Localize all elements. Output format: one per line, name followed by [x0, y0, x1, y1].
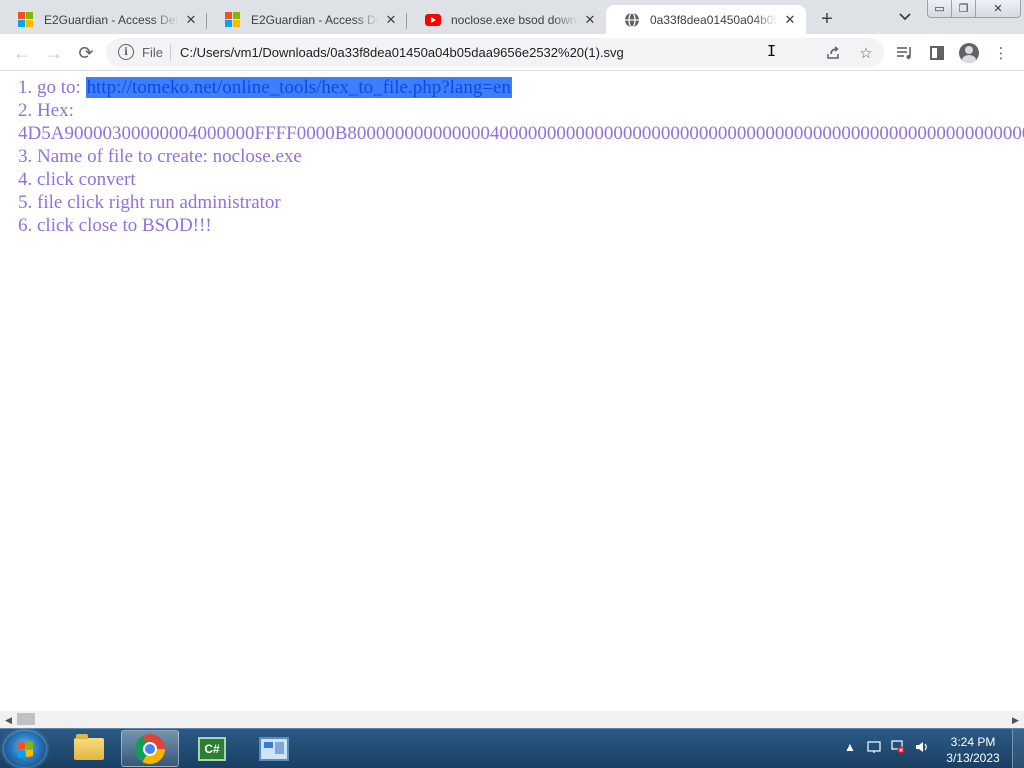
tab-title: noclose.exe bsod download [451, 12, 578, 27]
side-panel-icon[interactable] [927, 43, 947, 63]
url-text[interactable]: C:/Users/vm1/Downloads/0a33f8dea01450a04… [180, 45, 624, 60]
profile-avatar-icon[interactable] [959, 43, 979, 63]
network-error-icon[interactable] [890, 739, 906, 755]
step-4: 4. click convert [18, 169, 136, 190]
forward-button[interactable]: → [40, 39, 68, 67]
minimize-button[interactable]: ▭ [928, 0, 952, 17]
taskbar-chrome[interactable] [121, 730, 179, 767]
globe-icon [624, 11, 640, 28]
close-tab-icon[interactable]: ✕ [383, 12, 399, 28]
tab-e2guardian-1[interactable]: E2Guardian - Access Denied ✕ [0, 5, 207, 34]
scheme-label: File [142, 45, 163, 60]
selected-link-text[interactable]: http://tomeko.net/online_tools/hex_to_fi… [85, 77, 512, 98]
microsoft-logo-icon [225, 11, 241, 28]
new-tab-button[interactable]: + [815, 7, 839, 31]
step-2-hex: 4D5A90000300000004000000FFFF0000B8000000… [18, 123, 1024, 144]
share-icon[interactable] [824, 44, 842, 62]
windows-taskbar: C# ▲ 3:24 PM 3/13/2023 [0, 728, 1024, 768]
step-3: 3. Name of file to create: noclose.exe [18, 146, 302, 167]
close-tab-icon[interactable]: ✕ [782, 12, 798, 28]
clock-date: 3/13/2023 [946, 751, 1000, 765]
page-content: 1. go to: http://tomeko.net/online_tools… [0, 71, 1024, 711]
taskbar-file-explorer[interactable] [60, 730, 118, 767]
horizontal-scrollbar[interactable]: ◀ ▶ [0, 711, 1024, 728]
media-control-icon[interactable] [895, 43, 915, 63]
step-2-label: 2. Hex: [18, 100, 74, 121]
control-panel-icon [259, 736, 289, 761]
close-window-button[interactable]: ✕ [976, 0, 1020, 17]
tab-strip: E2Guardian - Access Denied ✕ E2Guardian … [0, 0, 1024, 34]
chrome-icon [135, 733, 165, 764]
system-clock[interactable]: 3:24 PM 3/13/2023 [940, 734, 1006, 766]
window-controls: ▭ ❐ ✕ [927, 0, 1021, 18]
close-tab-icon[interactable]: ✕ [183, 12, 199, 28]
volume-icon[interactable] [914, 739, 930, 755]
tab-e2guardian-2[interactable]: E2Guardian - Access Denied ✕ [207, 5, 407, 34]
omnibox-divider [170, 44, 171, 61]
tab-noclose-youtube[interactable]: noclose.exe bsod download ✕ [407, 5, 606, 34]
step-5: 5. file click right run administrator [18, 192, 281, 213]
tab-title: E2Guardian - Access Denied [44, 12, 179, 27]
scrollbar-thumb[interactable] [17, 713, 35, 725]
step-1-prefix: 1. go to: [18, 77, 86, 98]
scroll-right-arrow-icon[interactable]: ▶ [1012, 715, 1019, 726]
folder-icon [74, 733, 104, 760]
tab-svg-file[interactable]: 0a33f8dea01450a04b05daa9656e2532%20(1).s… [606, 5, 806, 34]
show-hidden-icons-arrow-icon[interactable]: ▲ [842, 739, 858, 755]
restore-button[interactable]: ❐ [952, 0, 976, 17]
microsoft-logo-icon [18, 11, 34, 28]
step-1: 1. go to: http://tomeko.net/online_tools… [18, 76, 1024, 99]
clock-time: 3:24 PM [950, 735, 996, 749]
taskbar-csharp[interactable]: C# [183, 730, 241, 767]
system-tray: ▲ [842, 739, 930, 755]
back-button[interactable]: ← [8, 39, 36, 67]
show-desktop-button[interactable] [1012, 729, 1024, 768]
tab-title: 0a33f8dea01450a04b05daa9656e2532%20(1).s… [650, 12, 778, 27]
menu-kebab-icon[interactable]: ⋮ [991, 43, 1011, 63]
csharp-icon: C# [198, 736, 226, 761]
step-6: 6. click close to BSOD!!! [18, 215, 212, 236]
scroll-left-arrow-icon[interactable]: ◀ [5, 715, 12, 726]
action-center-flag-icon[interactable] [866, 739, 882, 755]
reload-button[interactable]: ⟳ [72, 39, 100, 67]
bookmark-star-icon[interactable]: ☆ [857, 44, 875, 62]
text-cursor-icon: I [767, 42, 777, 60]
info-icon[interactable]: i [118, 44, 134, 60]
tab-search-chevron-icon[interactable] [895, 7, 915, 27]
start-button[interactable] [4, 731, 46, 767]
close-tab-icon[interactable]: ✕ [582, 12, 598, 28]
taskbar-control-panel[interactable] [245, 730, 303, 767]
tab-title: E2Guardian - Access Denied [251, 12, 379, 27]
windows-logo-icon [17, 740, 33, 758]
youtube-icon [425, 12, 441, 28]
instructions-list: 1. go to: http://tomeko.net/online_tools… [18, 76, 1024, 237]
browser-toolbar: ← → ⟳ i File C:/Users/vm1/Downloads/0a33… [0, 34, 1024, 71]
